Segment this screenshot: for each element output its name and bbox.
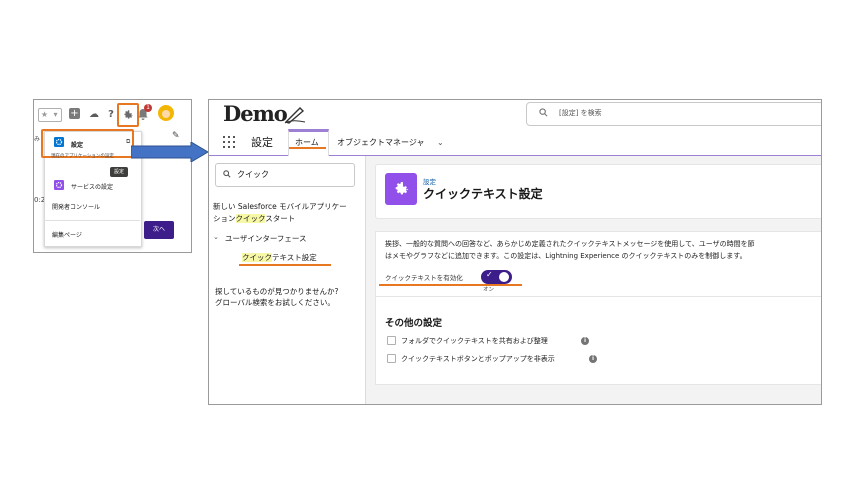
star-icon: ★	[40, 110, 49, 119]
checkmark-icon: ✓	[486, 270, 493, 279]
menu-item-edit-page[interactable]: 編集ページ	[52, 230, 82, 239]
sidebar-item-quick-text-settings[interactable]: クイックテキスト設定	[242, 252, 317, 263]
setup-gear-icon	[54, 137, 64, 147]
setup-page-icon	[385, 173, 417, 205]
external-link-icon[interactable]: ⧉	[126, 138, 130, 146]
description-line: 挨拶、一般的な質問への回答など、あらかじめ定義されたクイックテキストメッセージを…	[385, 240, 755, 248]
home-tab-highlight	[289, 147, 326, 149]
chevron-down-icon[interactable]: ⌄	[213, 233, 219, 241]
toggle-knob[interactable]	[499, 272, 509, 282]
chevron-down-icon: ▾	[53, 110, 58, 119]
global-actions-button[interactable]: +	[69, 108, 80, 119]
settings-description: 挨拶、一般的な質問への回答など、あらかじめ定義されたクイックテキストメッセージを…	[385, 238, 821, 262]
sidebar-item-mobile-quickstart[interactable]: 新しい Salesforce モバイルアプリケー ションクイックスタート	[213, 201, 363, 225]
help-icon[interactable]: ?	[105, 109, 117, 121]
hide-quick-text-checkbox[interactable]	[387, 354, 396, 363]
menu-item-setup[interactable]: 設定	[71, 140, 83, 149]
menu-item-developer-console[interactable]: 開発者コンソール	[52, 202, 100, 211]
tab-object-manager[interactable]: オブジェクトマネージャ	[337, 137, 424, 148]
service-setup-gear-icon	[54, 180, 64, 190]
app-nav-bar: 設定 ホーム オブジェクトマネージャ ⌄	[209, 129, 821, 157]
menu-divider	[44, 220, 140, 221]
pen-icon	[284, 107, 306, 124]
menu-item-setup-description: 現在のアプリケーションの設定	[51, 154, 114, 159]
background-text: み	[34, 136, 41, 143]
notification-badge: 1	[144, 104, 152, 112]
setup-menu-inset: み 0:2 ✎ ★ ▾ + ☁ ? 1 設定 ⧉ 現在のアプリケーションの設定 設…	[33, 99, 192, 253]
pencil-icon: ✎	[172, 131, 180, 141]
hide-quick-text-label: クイックテキストボタンとポップアップを非表示	[401, 355, 555, 363]
toggle-state-label: オン	[483, 287, 495, 293]
page-title: クイックテキスト設定	[423, 187, 543, 201]
search-icon	[539, 108, 548, 117]
setup-gear-button[interactable]	[117, 103, 139, 127]
next-button[interactable]: 次へ	[144, 221, 174, 239]
chevron-down-icon[interactable]: ⌄	[437, 138, 444, 147]
card-divider	[375, 296, 821, 297]
share-folders-label: フォルダでクイックテキストを共有および整理	[401, 337, 548, 345]
setup-sidebar: クイック 新しい Salesforce モバイルアプリケー ションクイックスター…	[209, 156, 366, 404]
sidebar-item-highlight	[239, 264, 331, 266]
favorites-button[interactable]: ★ ▾	[38, 108, 62, 122]
not-found-line: 探しているものが見つかりませんか?	[215, 287, 339, 296]
not-found-line: グローバル検索をお試しください。	[215, 298, 335, 307]
menu-item-service-setup[interactable]: サービスの設定	[71, 182, 113, 191]
org-logo: Demo	[223, 101, 288, 126]
info-icon[interactable]: i	[589, 355, 597, 363]
toggle-highlight	[379, 284, 522, 286]
sidebar-item-text: ション	[213, 214, 236, 223]
search-highlight: クイック	[235, 214, 266, 223]
sidebar-item-text: 新しい Salesforce モバイルアプリケー	[213, 202, 347, 211]
gear-icon	[124, 110, 133, 119]
description-line: はメモやグラフなどに追加できます。この設定は、Lightning Experie…	[385, 252, 747, 260]
setup-page-screenshot: Demo [設定] を検索 設定 ホーム オブジェクトマネージャ ⌄ クイック …	[208, 99, 822, 405]
info-icon[interactable]: i	[581, 337, 589, 345]
search-placeholder: [設定] を検索	[559, 109, 602, 117]
quick-find-input[interactable]	[215, 163, 355, 187]
sidebar-item-text: スタート	[265, 214, 296, 223]
global-header: Demo [設定] を検索	[209, 100, 821, 128]
pointer-arrow	[131, 142, 209, 162]
other-settings-heading: その他の設定	[385, 318, 443, 329]
setup-tooltip: 設定	[110, 167, 128, 177]
share-folders-checkbox[interactable]	[387, 336, 396, 345]
gear-icon	[395, 181, 409, 195]
avatar[interactable]	[158, 105, 174, 121]
quick-find-value: クイック	[237, 170, 269, 179]
enable-quick-text-label: クイックテキストを有効化	[385, 274, 463, 282]
not-found-hint: 探しているものが見つかりませんか? グローバル検索をお試しください。	[215, 286, 365, 308]
search-highlight: クイック	[242, 253, 272, 262]
sidebar-group-user-interface[interactable]: ユーザインターフェース	[225, 233, 307, 244]
app-launcher-icon[interactable]	[223, 136, 235, 148]
sidebar-item-text: テキスト設定	[272, 253, 317, 262]
app-name: 設定	[251, 136, 273, 149]
search-icon	[223, 170, 231, 178]
trailhead-cloud-icon[interactable]: ☁	[88, 109, 100, 121]
